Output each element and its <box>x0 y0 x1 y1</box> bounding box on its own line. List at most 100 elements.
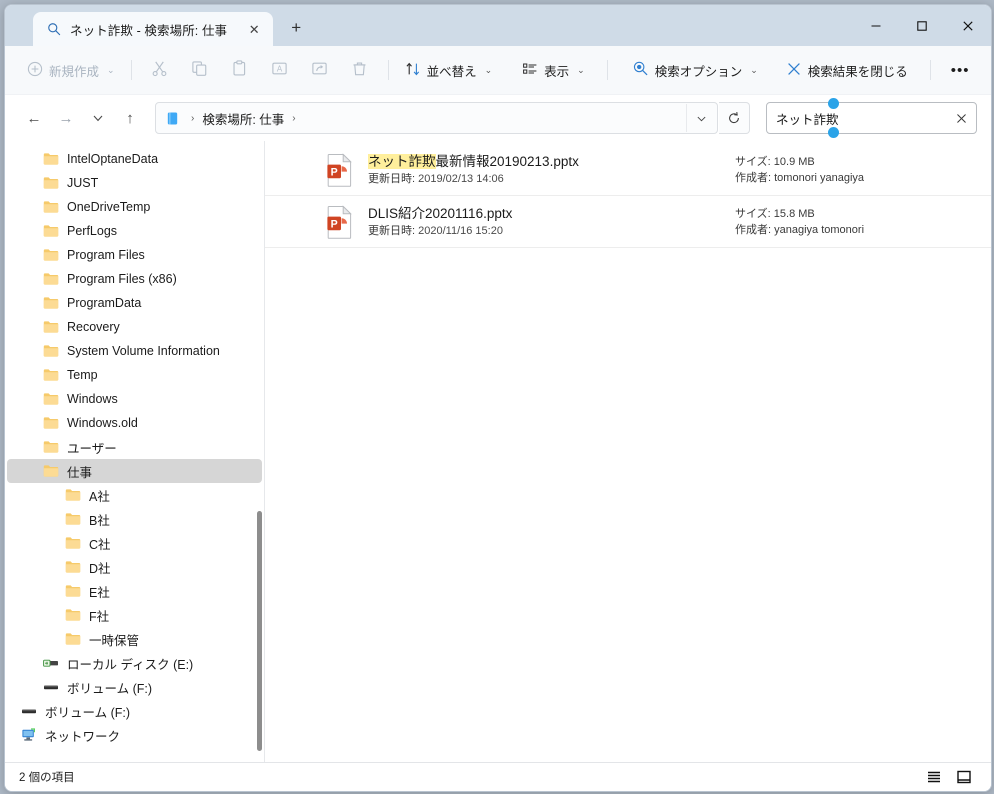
folder-icon <box>65 559 81 575</box>
close-button[interactable] <box>945 5 991 46</box>
details-view-icon[interactable] <box>951 767 977 787</box>
search-input[interactable]: ネット詐欺 <box>776 109 950 128</box>
sidebar-item-19[interactable]: F社 <box>7 603 262 627</box>
sidebar-item-label: A社 <box>89 489 110 504</box>
close-search-button[interactable]: 検索結果を閉じる <box>778 54 916 86</box>
selection-handle-bottom[interactable] <box>828 127 839 138</box>
svg-text:A: A <box>277 65 283 74</box>
command-bar: 新規作成 ⌄ A 並べ替え ⌄ 表示 ⌄ 検索オプション ⌄ 検索結果を閉じる … <box>5 46 991 95</box>
sidebar-item-21[interactable]: ローカル ディスク (E:) <box>7 651 262 675</box>
cut-button[interactable] <box>140 54 180 86</box>
sidebar-item-8[interactable]: System Volume Information <box>7 339 262 363</box>
new-tab-button[interactable]: + <box>281 13 311 43</box>
sidebar-item-label: ネットワーク <box>45 729 121 744</box>
tab-close-button[interactable]: ✕ <box>243 18 265 40</box>
sidebar-item-22[interactable]: ボリューム (F:) <box>7 675 262 699</box>
sidebar-item-1[interactable]: JUST <box>7 171 262 195</box>
sidebar-item-5[interactable]: Program Files (x86) <box>7 267 262 291</box>
folder-icon <box>43 439 59 455</box>
sidebar-item-23[interactable]: ボリューム (F:) <box>7 699 262 723</box>
share-icon <box>311 60 328 80</box>
file-date-line: 更新日時: 2020/11/16 15:20 <box>368 224 731 239</box>
sidebar-item-15[interactable]: B社 <box>7 507 262 531</box>
sidebar-item-14[interactable]: A社 <box>7 483 262 507</box>
sidebar-item-7[interactable]: Recovery <box>7 315 262 339</box>
sort-button-label: 並べ替え <box>426 64 477 79</box>
sidebar-item-12[interactable]: ユーザー <box>7 435 262 459</box>
new-button[interactable]: 新規作成 ⌄ <box>19 54 123 86</box>
sidebar-item-20[interactable]: 一時保管 <box>7 627 262 651</box>
sidebar-item-13[interactable]: 仕事 <box>7 459 262 483</box>
close-search-label: 検索結果を閉じる <box>807 64 908 79</box>
selection-handle-top[interactable] <box>828 98 839 109</box>
toolbar-divider <box>130 60 132 80</box>
sidebar-item-label: F社 <box>89 609 110 624</box>
list-view-icon[interactable] <box>921 767 947 787</box>
sidebar-item-4[interactable]: Program Files <box>7 243 262 267</box>
file-author-line: 作成者: yanagiya tomonori <box>735 222 983 238</box>
address-dropdown-button[interactable] <box>686 104 715 132</box>
overflow-button[interactable]: ••• <box>943 54 978 86</box>
sidebar-item-label: ローカル ディスク (E:) <box>67 657 194 672</box>
file-meta: サイズ: 10.9 MB 作成者: tomonori yanagiya <box>731 154 983 186</box>
address-bar[interactable]: › 検索場所: 仕事 › <box>155 102 718 134</box>
navigation-scrollbar-thumb[interactable] <box>257 511 262 751</box>
tab-search-results[interactable]: ネット詐欺 - 検索場所: 仕事 ✕ <box>33 12 274 46</box>
paste-button[interactable] <box>220 54 260 86</box>
sidebar-item-0[interactable]: IntelOptaneData <box>7 147 262 171</box>
sidebar-item-17[interactable]: D社 <box>7 555 262 579</box>
folder-icon <box>65 487 81 503</box>
sidebar-item-10[interactable]: Windows <box>7 387 262 411</box>
sidebar-item-6[interactable]: ProgramData <box>7 291 262 315</box>
copy-button[interactable] <box>180 54 220 86</box>
share-button[interactable] <box>300 54 340 86</box>
file-name[interactable]: DLIS紹介20201116.pptx <box>368 205 731 222</box>
sort-button[interactable]: 並べ替え ⌄ <box>397 54 501 86</box>
file-row[interactable]: P ネット詐欺最新情報20190213.pptx 更新日時: 2019/02/13 … <box>265 144 991 196</box>
folder-icon <box>43 199 59 215</box>
this-pc-icon <box>164 110 180 126</box>
file-date-line: 更新日時: 2019/02/13 14:06 <box>368 172 731 187</box>
refresh-button[interactable] <box>719 102 750 134</box>
minimize-button[interactable] <box>853 5 899 46</box>
breadcrumb-separator-end[interactable]: › <box>287 113 300 124</box>
toolbar-divider-3 <box>606 60 608 80</box>
file-row[interactable]: P DLIS紹介20201116.pptx 更新日時: 2020/11/16 15:… <box>265 196 991 248</box>
sidebar-item-label: B社 <box>89 513 110 528</box>
forward-button[interactable]: → <box>51 103 81 133</box>
plus-circle-icon <box>27 61 43 80</box>
sidebar-item-11[interactable]: Windows.old <box>7 411 262 435</box>
folder-icon <box>65 607 81 623</box>
recent-locations-button[interactable] <box>83 103 113 133</box>
breadcrumb-separator: › <box>191 112 195 124</box>
copy-icon <box>191 60 208 80</box>
maximize-button[interactable] <box>899 5 945 46</box>
search-icon <box>47 22 61 36</box>
search-box[interactable]: ネット詐欺 <box>766 98 977 138</box>
chevron-down-icon: ⌄ <box>484 64 493 75</box>
back-button[interactable]: ← <box>19 103 49 133</box>
file-name[interactable]: ネット詐欺最新情報20190213.pptx <box>368 153 731 170</box>
folder-icon <box>43 175 59 191</box>
delete-button[interactable] <box>340 54 380 86</box>
chevron-down-icon: ⌄ <box>750 64 758 75</box>
up-button[interactable]: ↑ <box>115 103 145 133</box>
view-button[interactable]: 表示 ⌄ <box>514 54 593 86</box>
sidebar-item-18[interactable]: E社 <box>7 579 262 603</box>
date-value: 2019/02/13 14:06 <box>418 172 504 185</box>
file-author-line: 作成者: tomonori yanagiya <box>735 170 983 186</box>
sidebar-item-9[interactable]: Temp <box>7 363 262 387</box>
rename-button[interactable]: A <box>260 54 300 86</box>
drive-icon <box>21 703 37 719</box>
sidebar-item-label: 一時保管 <box>89 633 140 648</box>
breadcrumb-item-0[interactable]: 検索場所: 仕事 <box>199 109 287 128</box>
sidebar-item-label: D社 <box>89 561 111 576</box>
sidebar-item-16[interactable]: C社 <box>7 531 262 555</box>
sidebar-item-3[interactable]: PerfLogs <box>7 219 262 243</box>
tab-strip: ネット詐欺 - 検索場所: 仕事 ✕ + <box>5 5 311 46</box>
sidebar-item-2[interactable]: OneDriveTemp <box>7 195 262 219</box>
clear-search-button[interactable] <box>950 107 972 129</box>
sidebar-item-24[interactable]: ネットワーク <box>7 723 262 747</box>
search-options-button[interactable]: 検索オプション ⌄ <box>624 54 766 86</box>
sidebar-item-label: Program Files <box>67 248 145 262</box>
